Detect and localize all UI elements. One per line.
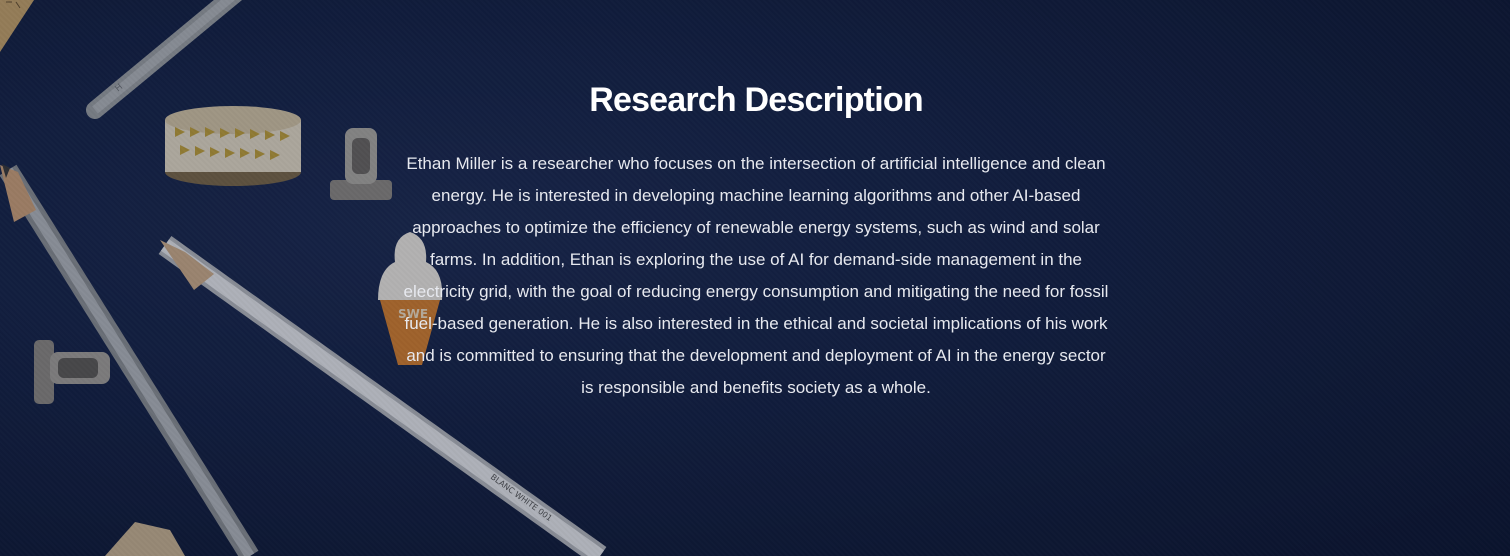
research-description-section: H [0, 0, 1510, 556]
research-content: Research Description Ethan Miller is a r… [400, 78, 1112, 404]
research-description-text: Ethan Miller is a researcher who focuses… [403, 154, 1109, 397]
section-title: Research Description [589, 81, 923, 119]
